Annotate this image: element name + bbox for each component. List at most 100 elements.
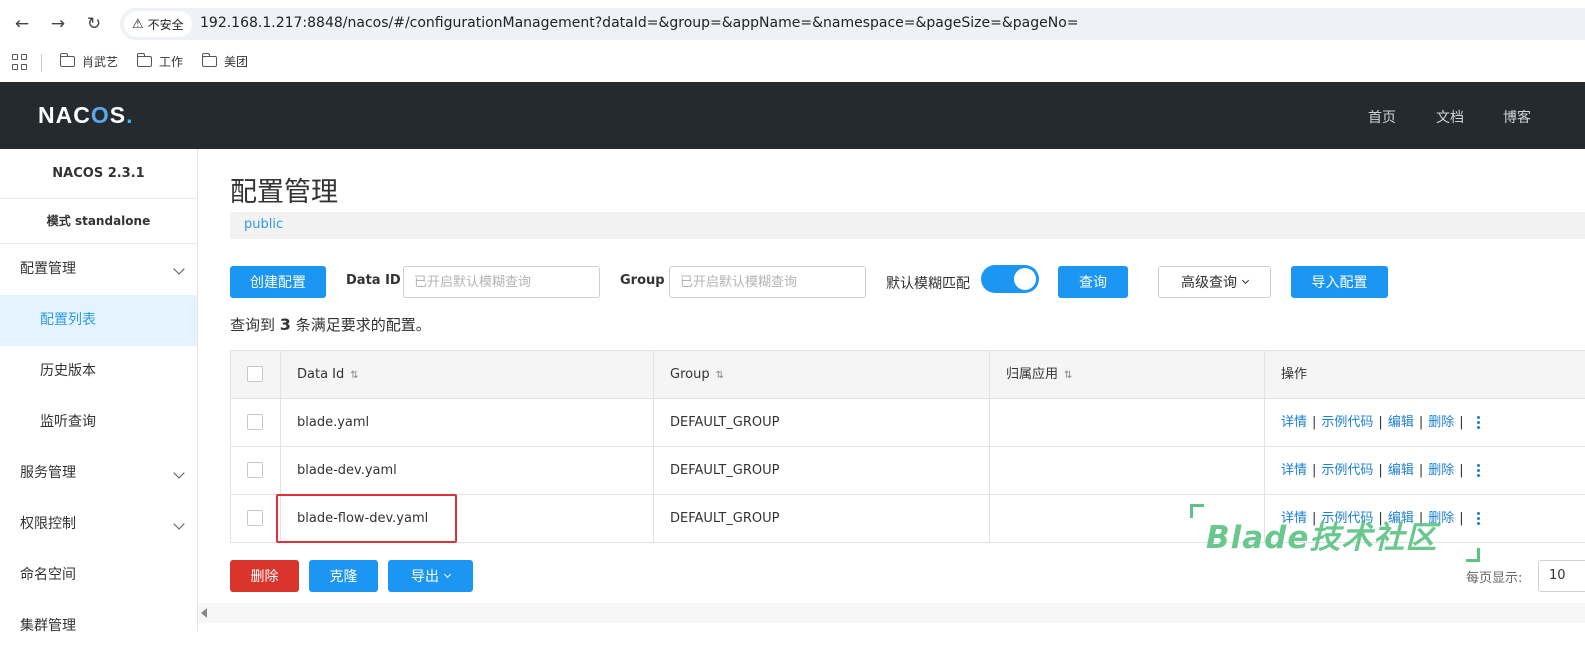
more-vertical-icon[interactable] bbox=[1476, 415, 1481, 430]
group-cell: DEFAULT_GROUP bbox=[654, 399, 990, 446]
advanced-query-label: 高级查询 bbox=[1181, 275, 1237, 291]
sample-code-link[interactable]: 示例代码 bbox=[1321, 463, 1373, 478]
browser-toolbar: ← → ↻ ⚠ 不安全 192.168.1.217:8848/nacos/#/c… bbox=[0, 0, 1585, 48]
fuzzy-match-toggle[interactable] bbox=[981, 265, 1039, 293]
sidebar-item-config-management[interactable]: 配置管理 bbox=[0, 244, 197, 295]
bookmark-label: 工作 bbox=[159, 55, 184, 69]
sample-code-link[interactable]: 示例代码 bbox=[1321, 415, 1373, 430]
row-checkbox[interactable] bbox=[247, 462, 263, 478]
group-label: Group bbox=[620, 273, 665, 288]
nav-blog-link[interactable]: 博客 bbox=[1503, 107, 1531, 127]
chevron-down-icon bbox=[443, 570, 452, 578]
data-id-cell: blade-dev.yaml bbox=[281, 447, 654, 494]
group-cell: DEFAULT_GROUP bbox=[654, 495, 990, 542]
chevron-down-icon bbox=[173, 518, 185, 530]
security-chip[interactable]: ⚠ 不安全 bbox=[124, 11, 192, 37]
export-button[interactable]: 导出 bbox=[388, 560, 473, 592]
more-vertical-icon[interactable] bbox=[1476, 511, 1481, 526]
details-link[interactable]: 详情 bbox=[1281, 463, 1307, 478]
bookmark-folder[interactable]: 肖武艺 bbox=[59, 53, 118, 70]
row-select-cell bbox=[231, 495, 281, 542]
advanced-query-button[interactable]: 高级查询 bbox=[1158, 266, 1271, 298]
warning-icon: ⚠ bbox=[132, 16, 144, 32]
row-checkbox[interactable] bbox=[247, 414, 263, 430]
bookmark-folder[interactable]: 美团 bbox=[201, 53, 249, 70]
select-all-checkbox[interactable] bbox=[247, 366, 263, 382]
details-link[interactable]: 详情 bbox=[1281, 415, 1307, 430]
version-label: NACOS 2.3.1 bbox=[0, 149, 197, 199]
nav-docs-link[interactable]: 文档 bbox=[1436, 107, 1464, 127]
sidebar-item-cluster-management[interactable]: 集群管理 bbox=[0, 601, 197, 652]
chevron-down-icon bbox=[173, 263, 185, 275]
nav-home-link[interactable]: 首页 bbox=[1368, 107, 1396, 127]
bookmarks-bar: 肖武艺 工作 美团 bbox=[0, 48, 1585, 82]
security-label: 不安全 bbox=[147, 17, 184, 32]
table-header-row: Data Id ⇅ Group ⇅ 归属应用 ⇅ 操作 bbox=[231, 351, 1585, 399]
forward-arrow-icon[interactable]: → bbox=[46, 12, 70, 36]
app-header: NACOS. 首页 文档 博客 bbox=[0, 82, 1585, 149]
url-text[interactable]: 192.168.1.217:8848/nacos/#/configuration… bbox=[200, 15, 1079, 31]
sidebar-item-config-list[interactable]: 配置列表 bbox=[0, 295, 197, 346]
result-summary: 查询到 3 条满足要求的配置。 bbox=[230, 314, 431, 335]
mode-label: 模式 standalone bbox=[0, 199, 197, 244]
header-app[interactable]: 归属应用 ⇅ bbox=[990, 351, 1265, 398]
chevron-down-icon bbox=[173, 467, 185, 479]
row-select-cell bbox=[231, 399, 281, 446]
edit-link[interactable]: 编辑 bbox=[1388, 415, 1414, 430]
namespace-link-public[interactable]: public bbox=[244, 217, 283, 232]
sidebar-item-label: 集群管理 bbox=[20, 618, 76, 634]
address-bar[interactable]: ⚠ 不安全 192.168.1.217:8848/nacos/#/configu… bbox=[120, 8, 1585, 40]
watermark-text: Blade技术社区 bbox=[1206, 520, 1438, 556]
header-actions: 操作 bbox=[1281, 367, 1308, 382]
watermark-bracket bbox=[1190, 504, 1204, 518]
header-data-id[interactable]: Data Id ⇅ bbox=[281, 351, 654, 398]
sidebar-item-service-management[interactable]: 服务管理 bbox=[0, 448, 197, 499]
folder-icon bbox=[136, 53, 152, 67]
page-size-select[interactable]: 10 bbox=[1538, 560, 1585, 592]
delete-link[interactable]: 删除 bbox=[1428, 415, 1454, 430]
reload-icon[interactable]: ↻ bbox=[82, 12, 106, 36]
back-arrow-icon[interactable]: ← bbox=[10, 12, 34, 36]
bookmark-folder[interactable]: 工作 bbox=[136, 53, 184, 70]
sort-icon[interactable]: ⇅ bbox=[716, 370, 724, 381]
folder-icon bbox=[201, 53, 217, 67]
horizontal-scrollbar[interactable] bbox=[198, 603, 1585, 623]
delete-link[interactable]: 删除 bbox=[1428, 463, 1454, 478]
actions-cell: 详情 | 示例代码 | 编辑 | 删除 | bbox=[1265, 447, 1585, 494]
table-row: blade-dev.yaml DEFAULT_GROUP 详情 | 示例代码 | 编辑 |… bbox=[231, 447, 1585, 495]
header-group[interactable]: Group ⇅ bbox=[654, 351, 990, 398]
scroll-left-arrow-icon[interactable] bbox=[201, 608, 207, 618]
query-button[interactable]: 查询 bbox=[1058, 266, 1128, 298]
more-vertical-icon[interactable] bbox=[1476, 463, 1481, 478]
annotation-highlight-box bbox=[276, 494, 457, 543]
nacos-logo[interactable]: NACOS. bbox=[38, 102, 133, 129]
import-config-button[interactable]: 导入配置 bbox=[1291, 266, 1388, 298]
row-checkbox[interactable] bbox=[247, 510, 263, 526]
group-cell: DEFAULT_GROUP bbox=[654, 447, 990, 494]
data-id-label: Data ID bbox=[346, 273, 401, 288]
export-label: 导出 bbox=[411, 569, 439, 585]
sidebar-item-label: 命名空间 bbox=[20, 567, 76, 583]
data-id-input[interactable] bbox=[403, 266, 600, 298]
clone-button[interactable]: 克隆 bbox=[309, 560, 378, 592]
edit-link[interactable]: 编辑 bbox=[1388, 463, 1414, 478]
sidebar-item-history[interactable]: 历史版本 bbox=[0, 346, 197, 397]
batch-delete-button[interactable]: 删除 bbox=[230, 560, 299, 592]
result-count: 3 bbox=[279, 315, 291, 334]
page-title: 配置管理 bbox=[230, 177, 338, 208]
create-config-button[interactable]: 创建配置 bbox=[230, 266, 326, 298]
apps-grid-icon[interactable] bbox=[12, 54, 28, 70]
group-input[interactable] bbox=[669, 266, 866, 298]
sidebar-item-namespace[interactable]: 命名空间 bbox=[0, 550, 197, 601]
sort-icon[interactable]: ⇅ bbox=[350, 370, 358, 381]
sidebar-item-label: 历史版本 bbox=[40, 363, 96, 379]
sort-icon[interactable]: ⇅ bbox=[1064, 370, 1072, 381]
sidebar-item-access-control[interactable]: 权限控制 bbox=[0, 499, 197, 550]
bookmark-label: 美团 bbox=[224, 55, 249, 69]
bookmarks-divider bbox=[41, 54, 42, 72]
sidebar-item-label: 配置列表 bbox=[40, 312, 96, 328]
sidebar-item-label: 权限控制 bbox=[20, 516, 76, 532]
app-cell bbox=[990, 447, 1265, 494]
toggle-knob bbox=[1014, 268, 1036, 290]
sidebar-item-listener-query[interactable]: 监听查询 bbox=[0, 397, 197, 448]
